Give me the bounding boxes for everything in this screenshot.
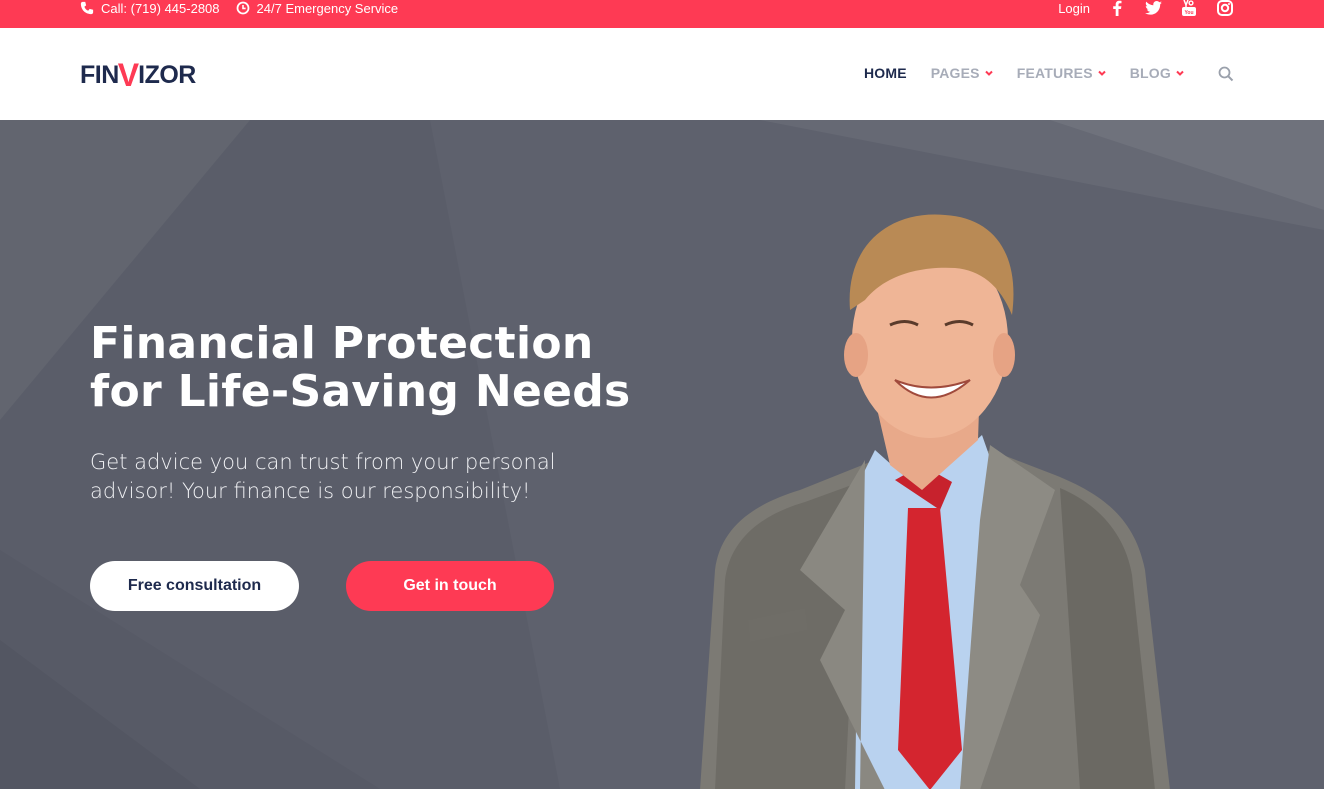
svg-text:You: You [1184,10,1193,16]
hero-section: Financial Protection for Life-Saving Nee… [0,120,1324,789]
logo-v: V [117,57,140,93]
nav-home[interactable]: HOME [864,65,907,81]
instagram-icon[interactable] [1216,0,1234,16]
main-nav: HOME PAGES FEATURES BLOG [864,65,1184,81]
chevron-down-icon [985,70,993,76]
nav-blog[interactable]: BLOG [1130,65,1184,81]
hero-title-line1: Financial Protection [90,318,594,369]
hero-title: Financial Protection for Life-Saving Nee… [90,320,670,416]
phone-text: Call: (719) 445-2808 [101,0,220,16]
phone-contact[interactable]: Call: (719) 445-2808 [80,1,220,16]
chevron-down-icon [1098,70,1106,76]
clock-icon [236,1,249,15]
site-logo[interactable]: FIN V IZOR [80,58,196,92]
hero-subtitle: Get advice you can trust from your perso… [90,450,556,503]
service-text: 24/7 Emergency Service [256,0,399,16]
nav-features-label: FEATURES [1016,65,1093,81]
free-consultation-button[interactable]: Free consultation [90,561,299,611]
advisor-photo [700,214,1170,789]
nav-features[interactable]: FEATURES [1017,65,1106,81]
logo-suffix: IZOR [138,60,196,89]
hero-title-line2: for Life-Saving Needs [90,366,631,417]
youtube-icon[interactable]: You [1180,0,1198,16]
top-bar: Call: (719) 445-2808 24/7 Emergency Serv… [0,0,1324,28]
nav-home-label: HOME [863,65,907,81]
logo-prefix: FIN [80,60,119,89]
nav-pages[interactable]: PAGES [931,65,993,81]
search-icon[interactable] [1218,66,1234,82]
site-header: FIN V IZOR HOME PAGES FEATURES BLOG [0,28,1324,120]
phone-icon [80,1,94,15]
service-info: 24/7 Emergency Service [236,0,399,16]
chevron-down-icon [1176,70,1184,76]
get-in-touch-button[interactable]: Get in touch [346,561,554,611]
nav-blog-label: BLOG [1129,65,1171,81]
login-link[interactable]: Login [1058,1,1090,16]
nav-pages-label: PAGES [930,65,980,81]
facebook-icon[interactable] [1108,0,1126,16]
twitter-icon[interactable] [1144,0,1162,16]
